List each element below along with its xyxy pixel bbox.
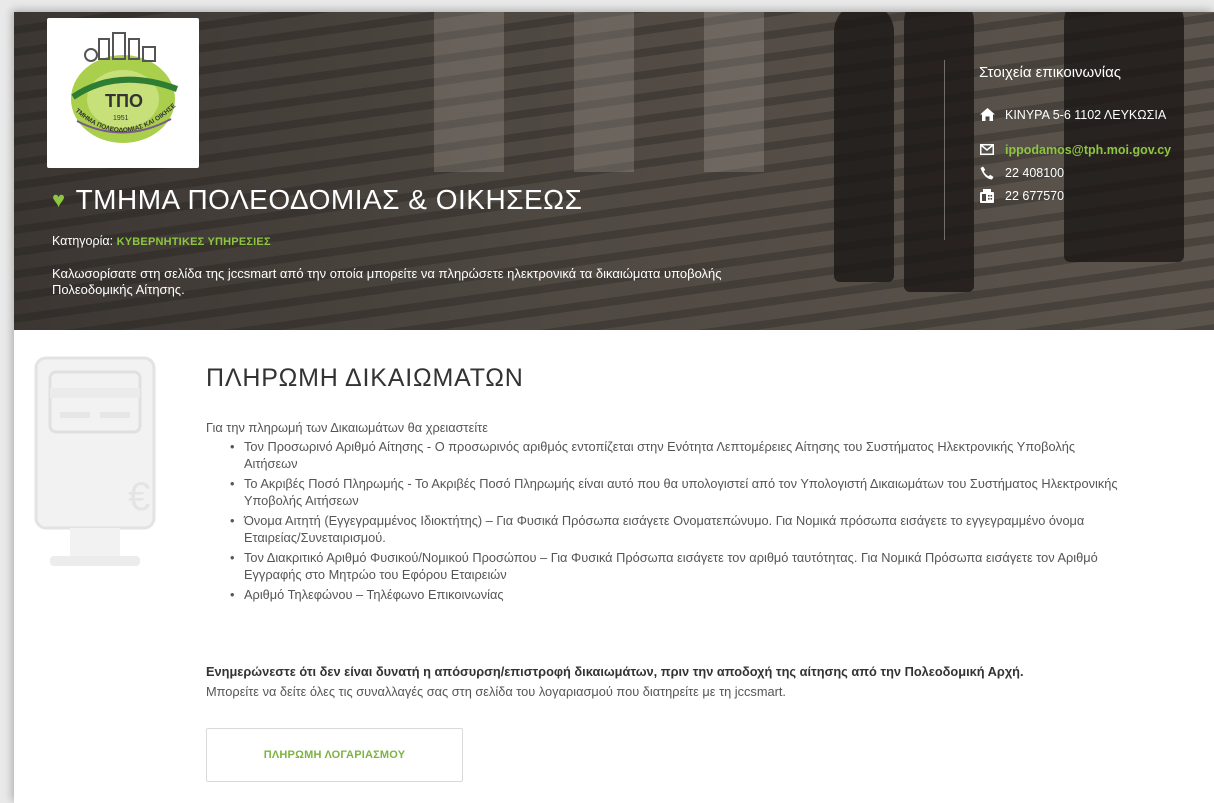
- svg-text:1951: 1951: [113, 115, 129, 122]
- contact-phone: 22 408100: [979, 161, 1214, 184]
- payment-terminal-icon: €: [30, 350, 160, 585]
- organization-name: ΤΜΗΜΑ ΠΟΛΕΟΔΟΜΙΑΣ & ΟΙΚΗΣΕΩΣ: [75, 184, 583, 215]
- payment-title: ΠΛΗΡΩΜΗ ΔΙΚΑΙΩΜΑΤΩΝ: [206, 364, 524, 392]
- organization-logo: ΤΠΟ 1951 ΤΜΗΜΑ ΠΟΛΕΟΔΟΜΙΑΣ ΚΑΙ ΟΙΚΗΣΕΩΣ: [47, 18, 199, 168]
- background-figure: [834, 12, 894, 282]
- phone-icon: [979, 166, 995, 180]
- category-link[interactable]: ΚΥΒΕΡΝΗΤΙΚΕΣ ΥΠΗΡΕΣΙΕΣ: [117, 236, 271, 248]
- transactions-note: Μπορείτε να δείτε όλες τις συναλλαγές σα…: [206, 684, 786, 699]
- list-item: Αριθμό Τηλεφώνου – Τηλέφωνο Επικοινωνίας: [230, 586, 1130, 603]
- list-item: Όνομα Αιτητή (Εγγεγραμμένος Ιδιοκτήτης) …: [230, 512, 1130, 546]
- list-item: Τον Προσωρινό Αριθμό Αίτησης - Ο προσωρι…: [230, 438, 1130, 472]
- hero-banner: ΤΠΟ 1951 ΤΜΗΜΑ ΠΟΛΕΟΔΟΜΙΑΣ ΚΑΙ ΟΙΚΗΣΕΩΣ …: [14, 12, 1214, 330]
- background-column: [574, 12, 634, 172]
- contact-address: ΚΙΝΥΡΑ 5-6 1102 ΛΕΥΚΩΣΙΑ: [979, 103, 1214, 126]
- contact-title: Στοιχεία επικοινωνίας: [979, 64, 1121, 81]
- tpo-logo-icon: ΤΠΟ 1951 ΤΜΗΜΑ ΠΟΛΕΟΔΟΜΙΑΣ ΚΑΙ ΟΙΚΗΣΕΩΣ: [57, 27, 179, 143]
- refund-warning: Ενημερώνεστε ότι δεν είναι δυνατή η απόσ…: [206, 664, 1024, 679]
- category-line: Κατηγορία: ΚΥΒΕΡΝΗΤΙΚΕΣ ΥΠΗΡΕΣΙΕΣ: [52, 234, 271, 248]
- envelope-icon: [979, 144, 995, 155]
- fax-icon: [979, 188, 995, 203]
- phone-text: 22 408100: [1005, 165, 1065, 180]
- heart-icon[interactable]: ♥: [52, 189, 66, 211]
- fax-text: 22 677570: [1005, 188, 1065, 203]
- contact-panel: Στοιχεία επικοινωνίας ΚΙΝΥΡΑ 5-6 1102 ΛΕ…: [944, 60, 1214, 240]
- list-item: Το Ακριβές Ποσό Πληρωμής - Το Ακριβές Πο…: [230, 475, 1130, 509]
- welcome-text: Καλωσορίσατε στη σελίδα της jccsmart από…: [52, 266, 722, 297]
- pay-account-button[interactable]: ΠΛΗΡΩΜΗ ΛΟΓΑΡΙΑΣΜΟΥ: [206, 728, 463, 782]
- organization-title: ♥ ΤΜΗΜΑ ΠΟΛΕΟΔΟΜΙΑΣ & ΟΙΚΗΣΕΩΣ: [52, 184, 582, 216]
- list-item: Τον Διακριτικό Αριθμό Φυσικού/Νομικού Πρ…: [230, 549, 1130, 583]
- contact-email: ippodamos@tph.moi.gov.cy: [979, 138, 1214, 161]
- background-column: [704, 12, 764, 172]
- email-link[interactable]: ippodamos@tph.moi.gov.cy: [1005, 143, 1171, 157]
- svg-text:ΤΠΟ: ΤΠΟ: [105, 91, 143, 111]
- contact-fax: 22 677570: [979, 184, 1214, 207]
- background-column: [434, 12, 504, 172]
- page-frame: ΤΠΟ 1951 ΤΜΗΜΑ ΠΟΛΕΟΔΟΜΙΑΣ ΚΑΙ ΟΙΚΗΣΕΩΣ …: [14, 12, 1214, 803]
- requirements-intro: Για την πληρωμή των Δικαιωμάτων θα χρεια…: [206, 420, 488, 435]
- home-icon: [979, 108, 995, 121]
- category-label: Κατηγορία:: [52, 234, 117, 248]
- requirements-list: Τον Προσωρινό Αριθμό Αίτησης - Ο προσωρι…: [230, 438, 1130, 606]
- svg-text:€: €: [128, 475, 150, 519]
- address-text: ΚΙΝΥΡΑ 5-6 1102 ΛΕΥΚΩΣΙΑ: [1005, 107, 1167, 122]
- payment-card: € ΠΛΗΡΩΜΗ ΔΙΚΑΙΩΜΑΤΩΝ Για την πληρωμή τω…: [14, 330, 1214, 803]
